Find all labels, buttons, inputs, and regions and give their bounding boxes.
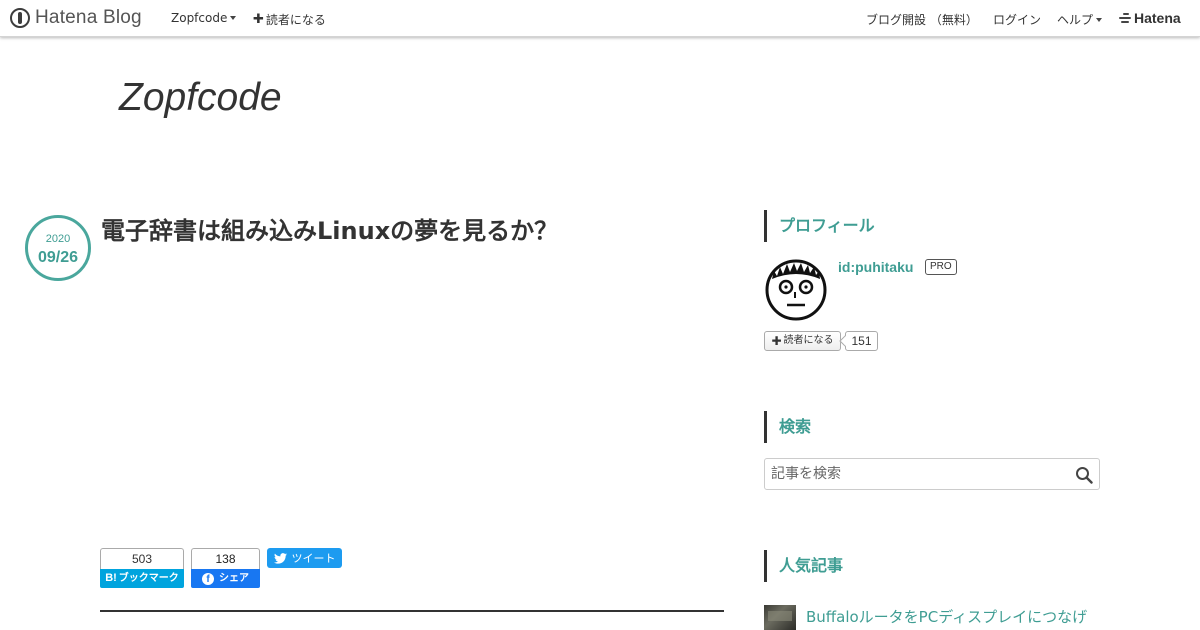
facebook-share[interactable]: f シェア	[191, 569, 260, 588]
hatena-menu[interactable]: Hatena	[1119, 10, 1181, 26]
open-blog-link[interactable]: ブログ開設 （無料）	[866, 11, 978, 28]
help-label: ヘルプ	[1057, 13, 1094, 27]
header-subscribe-label: 読者になる	[265, 13, 326, 27]
popular-item-link[interactable]: BuffaloルータをPCディスプレイにつなげ	[806, 606, 1087, 627]
entry-title[interactable]: 電子辞書は組み込みLinuxの夢を見るか？	[101, 211, 721, 246]
hatena-bookmark-button[interactable]: 503 B! ブックマーク	[100, 548, 184, 588]
search-form	[764, 458, 1100, 490]
facebook-share-button[interactable]: 138 f シェア	[191, 548, 260, 588]
hatena-bookmark-icon: B!	[105, 572, 117, 584]
plus-icon: ✚	[771, 334, 782, 348]
hatena-blog-logo-text: Hatena Blog	[35, 7, 142, 28]
profile-subscribe-label: 読者になる	[783, 335, 834, 346]
tweet-label: ツイート	[291, 552, 336, 565]
blog-menu-dropdown[interactable]: Zopfcode	[171, 11, 237, 25]
profile-id-link[interactable]: id:puhitaku	[838, 259, 913, 275]
caret-down-icon	[1096, 17, 1103, 22]
search-icon[interactable]	[1075, 466, 1093, 484]
search-input[interactable]	[765, 459, 1065, 489]
plus-icon: ✚	[253, 11, 264, 27]
hatena-label: Hatena	[1134, 10, 1181, 26]
entry-date[interactable]: 2020 09/26	[25, 215, 91, 281]
popular-heading: 人気記事	[764, 550, 843, 582]
facebook-icon: f	[202, 572, 214, 585]
search-heading: 検索	[764, 411, 811, 443]
blog-menu-label: Zopfcode	[171, 11, 228, 25]
tweet-button[interactable]: ツイート	[267, 548, 342, 568]
twitter-bird-icon	[273, 552, 287, 564]
popular-item-thumbnail[interactable]	[764, 605, 796, 630]
open-blog-label: ブログ開設 （無料）	[866, 13, 978, 27]
hatena-bookmark-count[interactable]: 503	[100, 548, 184, 569]
login-label: ログイン	[993, 13, 1042, 27]
hatena-menu-icon	[1119, 13, 1131, 23]
entry-date-monthday: 09/26	[37, 249, 79, 266]
header-subscribe-button[interactable]: ✚ 読者になる	[253, 11, 326, 28]
subscriber-count: 151	[845, 331, 878, 351]
hatena-blog-logo-icon	[10, 8, 30, 28]
global-header: Hatena Blog Zopfcode ✚ 読者になる ブログ開設 （無料） …	[0, 0, 1200, 37]
blog-title[interactable]: Zopfcode	[119, 76, 282, 120]
profile-subscribe-button[interactable]: ✚ 読者になる	[764, 331, 841, 351]
pro-badge: PRO	[925, 259, 957, 275]
profile-avatar[interactable]	[764, 257, 828, 321]
login-link[interactable]: ログイン	[993, 11, 1041, 28]
profile-heading: プロフィール	[764, 210, 875, 242]
hatena-bookmark-add[interactable]: B! ブックマーク	[100, 569, 184, 588]
entry-date-year: 2020	[45, 233, 71, 245]
help-dropdown[interactable]: ヘルプ	[1057, 11, 1103, 28]
hatena-blog-logo[interactable]: Hatena Blog	[10, 7, 142, 29]
hatena-bookmark-label: ブックマーク	[118, 573, 179, 584]
entry-divider	[100, 610, 724, 612]
facebook-share-label: シェア	[219, 573, 249, 584]
facebook-share-count: 138	[191, 548, 260, 569]
caret-down-icon	[230, 16, 237, 20]
